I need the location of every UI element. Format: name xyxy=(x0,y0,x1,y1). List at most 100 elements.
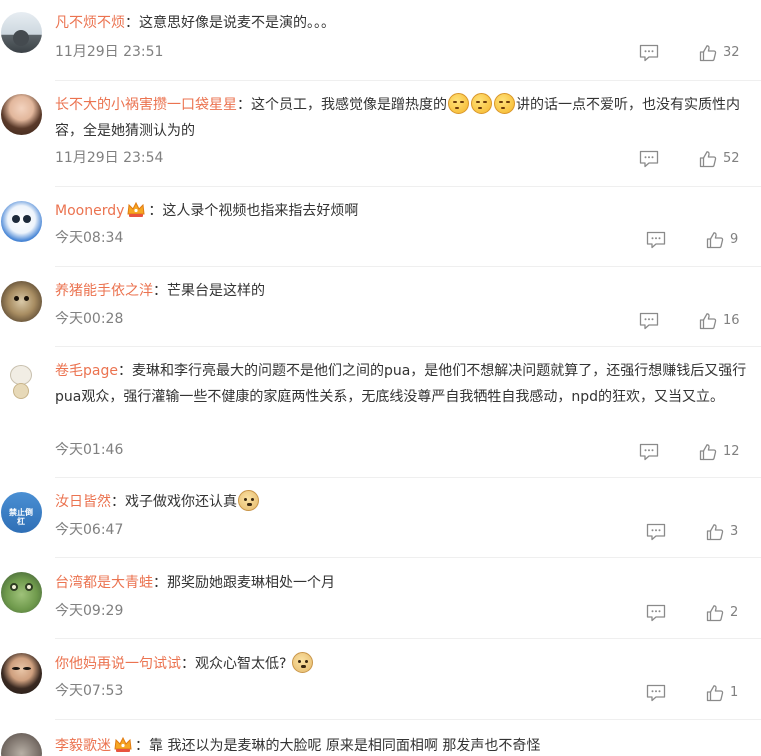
colon-separator: ： xyxy=(125,15,139,31)
like-button[interactable]: 3 xyxy=(706,522,738,542)
divider xyxy=(55,80,761,81)
thumbs-up-icon xyxy=(706,604,724,622)
user-avatar[interactable] xyxy=(1,94,42,135)
username-link[interactable]: 卷毛page xyxy=(55,363,118,379)
comment-time: 今天06:47 xyxy=(55,522,124,538)
comment-icon[interactable] xyxy=(646,523,666,541)
user-avatar[interactable] xyxy=(1,12,42,53)
user-avatar[interactable] xyxy=(1,733,42,756)
user-avatar[interactable] xyxy=(1,281,42,322)
like-button[interactable]: 1 xyxy=(706,683,738,703)
comment-text: 汝日皆然：戏子做戏你还认真 xyxy=(55,489,747,515)
thumbs-up-icon xyxy=(706,523,724,541)
comment-icon[interactable] xyxy=(639,312,659,330)
user-avatar[interactable] xyxy=(1,653,42,694)
comment-body: 这人录个视频也指来指去好烦啊 xyxy=(162,203,359,219)
avatar-label: 禁止倒杠 xyxy=(9,508,33,526)
like-count: 9 xyxy=(730,232,739,247)
comment-text: 卷毛page：麦琳和李行亮最大的问题不是他们之间的pua，是他们不想解决问题就算… xyxy=(55,358,747,410)
comment-text: 李毅歌迷 ：靠 我还以为是麦琳的大脸呢 原来是相同面相啊 那发声也不奇怪 xyxy=(55,733,747,756)
vip-badge[interactable] xyxy=(126,200,146,227)
comment-body: 这个员工，我感觉像是蹭热度的 xyxy=(251,97,447,113)
thumbs-up-icon xyxy=(706,231,724,249)
thumbs-up-icon xyxy=(699,312,717,330)
smug-emoji-icon xyxy=(448,93,469,114)
like-button[interactable]: 12 xyxy=(699,442,740,462)
colon-separator: ： xyxy=(117,363,132,379)
divider xyxy=(55,477,761,478)
like-count: 32 xyxy=(723,45,740,60)
vip-badge[interactable] xyxy=(113,735,133,756)
like-count: 52 xyxy=(723,151,740,166)
like-count: 16 xyxy=(723,313,740,328)
comment-time: 11月29日 23:51 xyxy=(55,44,164,60)
colon-separator: ： xyxy=(153,283,167,299)
comment-body: 戏子做戏你还认真 xyxy=(125,494,237,510)
like-count: 3 xyxy=(730,524,739,539)
username-link[interactable]: 汝日皆然 xyxy=(55,494,111,510)
like-button[interactable]: 52 xyxy=(699,149,740,169)
comment-body: 芒果台是这样的 xyxy=(167,283,265,299)
comment-time: 今天07:53 xyxy=(55,683,124,699)
username-link[interactable]: 李毅歌迷 xyxy=(55,738,111,754)
colon-separator: ： xyxy=(181,656,195,672)
smug-emoji-icon xyxy=(471,93,492,114)
thumbs-up-icon xyxy=(699,150,717,168)
comment-body: 靠 我还以为是麦琳的大脸呢 原来是相同面相啊 那发声也不奇怪 xyxy=(149,738,541,754)
comment-time: 今天08:34 xyxy=(55,230,124,246)
username-link[interactable]: 台湾都是大青蛙 xyxy=(55,575,153,591)
comment-text: 你他妈再说一句试试：观众心智太低? xyxy=(55,651,747,677)
comment-icon[interactable] xyxy=(646,684,666,702)
comment-text: 台湾都是大青蛙：那奖励她跟麦琳相处一个月 xyxy=(55,570,747,596)
comment-actions: 3 xyxy=(646,522,738,542)
comment-icon[interactable] xyxy=(639,150,659,168)
user-avatar[interactable] xyxy=(1,201,42,242)
smug-emoji-icon xyxy=(494,93,515,114)
comment-actions: 2 xyxy=(646,603,738,623)
doge-emoji-icon xyxy=(292,652,314,673)
colon-separator: ： xyxy=(135,738,149,754)
colon-separator: ： xyxy=(153,575,167,591)
user-avatar[interactable] xyxy=(1,361,42,402)
user-avatar[interactable] xyxy=(1,572,42,613)
comment-actions: 32 xyxy=(639,43,740,63)
divider xyxy=(55,266,761,267)
comment-actions: 9 xyxy=(646,230,738,250)
comment-time: 11月29日 23:54 xyxy=(55,150,164,166)
divider xyxy=(55,638,761,639)
comment-text: 养猪能手依之洋：芒果台是这样的 xyxy=(55,278,747,304)
comment-icon[interactable] xyxy=(639,443,659,461)
thumbs-up-icon xyxy=(699,44,717,62)
comment-body: 那奖励她跟麦琳相处一个月 xyxy=(167,575,335,591)
username-link[interactable]: Moonerdy xyxy=(55,203,124,219)
divider xyxy=(55,557,761,558)
like-count: 12 xyxy=(723,444,740,459)
username-link[interactable]: 凡不烦不烦 xyxy=(55,15,125,31)
colon-separator: ： xyxy=(237,97,251,113)
comment-icon[interactable] xyxy=(646,604,666,622)
like-button[interactable]: 16 xyxy=(699,311,740,331)
comment-time: 今天09:29 xyxy=(55,603,124,619)
comment-actions: 1 xyxy=(646,683,738,703)
comment-text: Moonerdy ：这人录个视频也指来指去好烦啊 xyxy=(55,198,747,227)
divider xyxy=(55,186,761,187)
like-button[interactable]: 9 xyxy=(706,230,738,250)
comment-text: 长不大的小祸害攒一口袋星星：这个员工，我感觉像是蹭热度的 讲的话一点不爱听，也没有… xyxy=(55,92,747,144)
vip-crown-icon xyxy=(126,200,146,218)
username-link[interactable]: 你他妈再说一句试试 xyxy=(55,656,181,672)
comment-time: 今天01:46 xyxy=(55,442,124,458)
like-button[interactable]: 2 xyxy=(706,603,738,623)
colon-separator: ： xyxy=(148,203,163,219)
comment-body: 这意思好像是说麦不是演的。。。 xyxy=(139,15,335,31)
divider xyxy=(55,719,761,720)
username-link[interactable]: 养猪能手依之洋 xyxy=(55,283,153,299)
comment-icon[interactable] xyxy=(646,231,666,249)
username-link[interactable]: 长不大的小祸害攒一口袋星星 xyxy=(55,97,237,113)
user-avatar[interactable]: 禁止倒杠 xyxy=(1,492,42,533)
like-count: 1 xyxy=(730,685,739,700)
comment-icon[interactable] xyxy=(639,44,659,62)
like-button[interactable]: 32 xyxy=(699,43,740,63)
comment-time: 今天00:28 xyxy=(55,311,124,327)
vip-crown-icon xyxy=(113,735,133,753)
colon-separator: ： xyxy=(111,494,125,510)
